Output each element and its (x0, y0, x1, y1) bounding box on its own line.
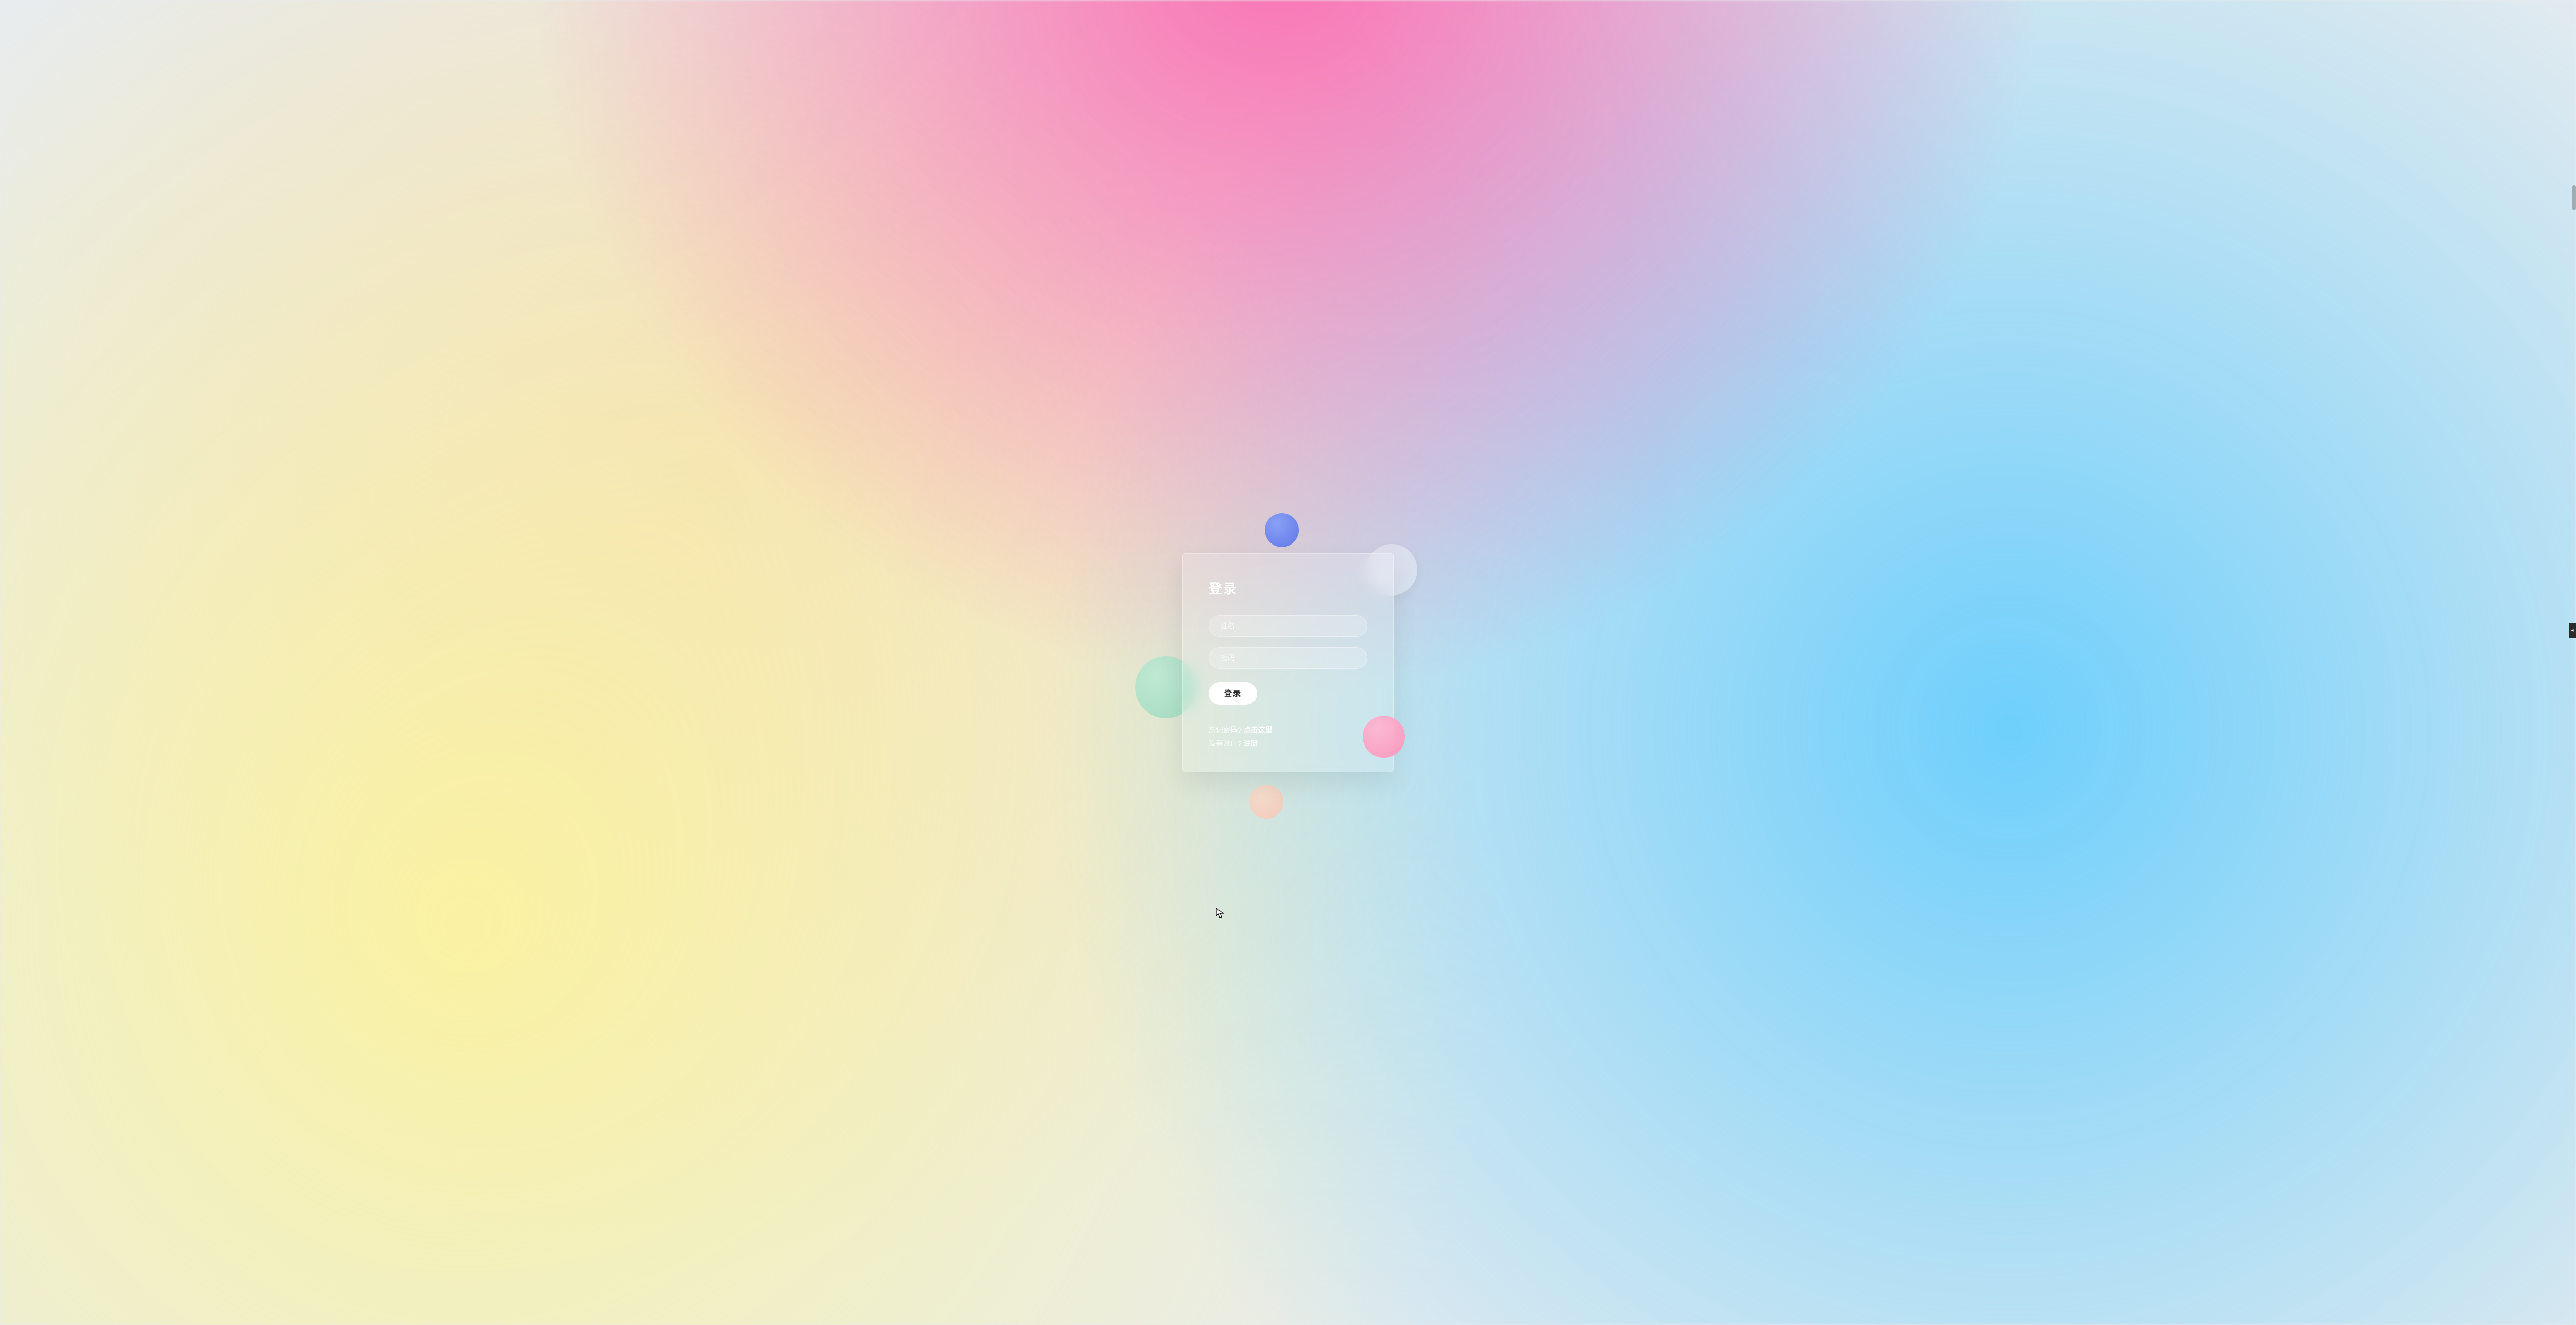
login-card-wrap: 登录 登录 忘记密码? 点击这里 没有账户? 注册 (1182, 553, 1394, 772)
decoration-circle-pink (1363, 716, 1405, 758)
forgot-password-prompt: 忘记密码? (1209, 726, 1244, 734)
password-input[interactable] (1209, 647, 1367, 669)
side-panel-toggle[interactable]: ◂ (2569, 623, 2576, 638)
forgot-password-link[interactable]: 点击这里 (1244, 726, 1273, 734)
no-account-line: 没有账户? 注册 (1209, 737, 1367, 751)
chevron-left-icon: ◂ (2571, 627, 2573, 633)
helper-links: 忘记密码? 点击这里 没有账户? 注册 (1209, 723, 1367, 751)
stage: 登录 登录 忘记密码? 点击这里 没有账户? 注册 (0, 0, 2576, 1325)
forgot-password-line: 忘记密码? 点击这里 (1209, 723, 1367, 737)
register-link[interactable]: 注册 (1244, 739, 1258, 748)
scrollbar-thumb[interactable] (2572, 185, 2576, 210)
name-input[interactable] (1209, 615, 1367, 637)
decoration-circle-blue (1265, 513, 1299, 547)
login-button[interactable]: 登录 (1209, 682, 1257, 705)
login-card: 登录 登录 忘记密码? 点击这里 没有账户? 注册 (1182, 553, 1394, 772)
decoration-circle-peach (1249, 785, 1283, 819)
login-title: 登录 (1209, 579, 1367, 598)
no-account-prompt: 没有账户? (1209, 739, 1244, 748)
